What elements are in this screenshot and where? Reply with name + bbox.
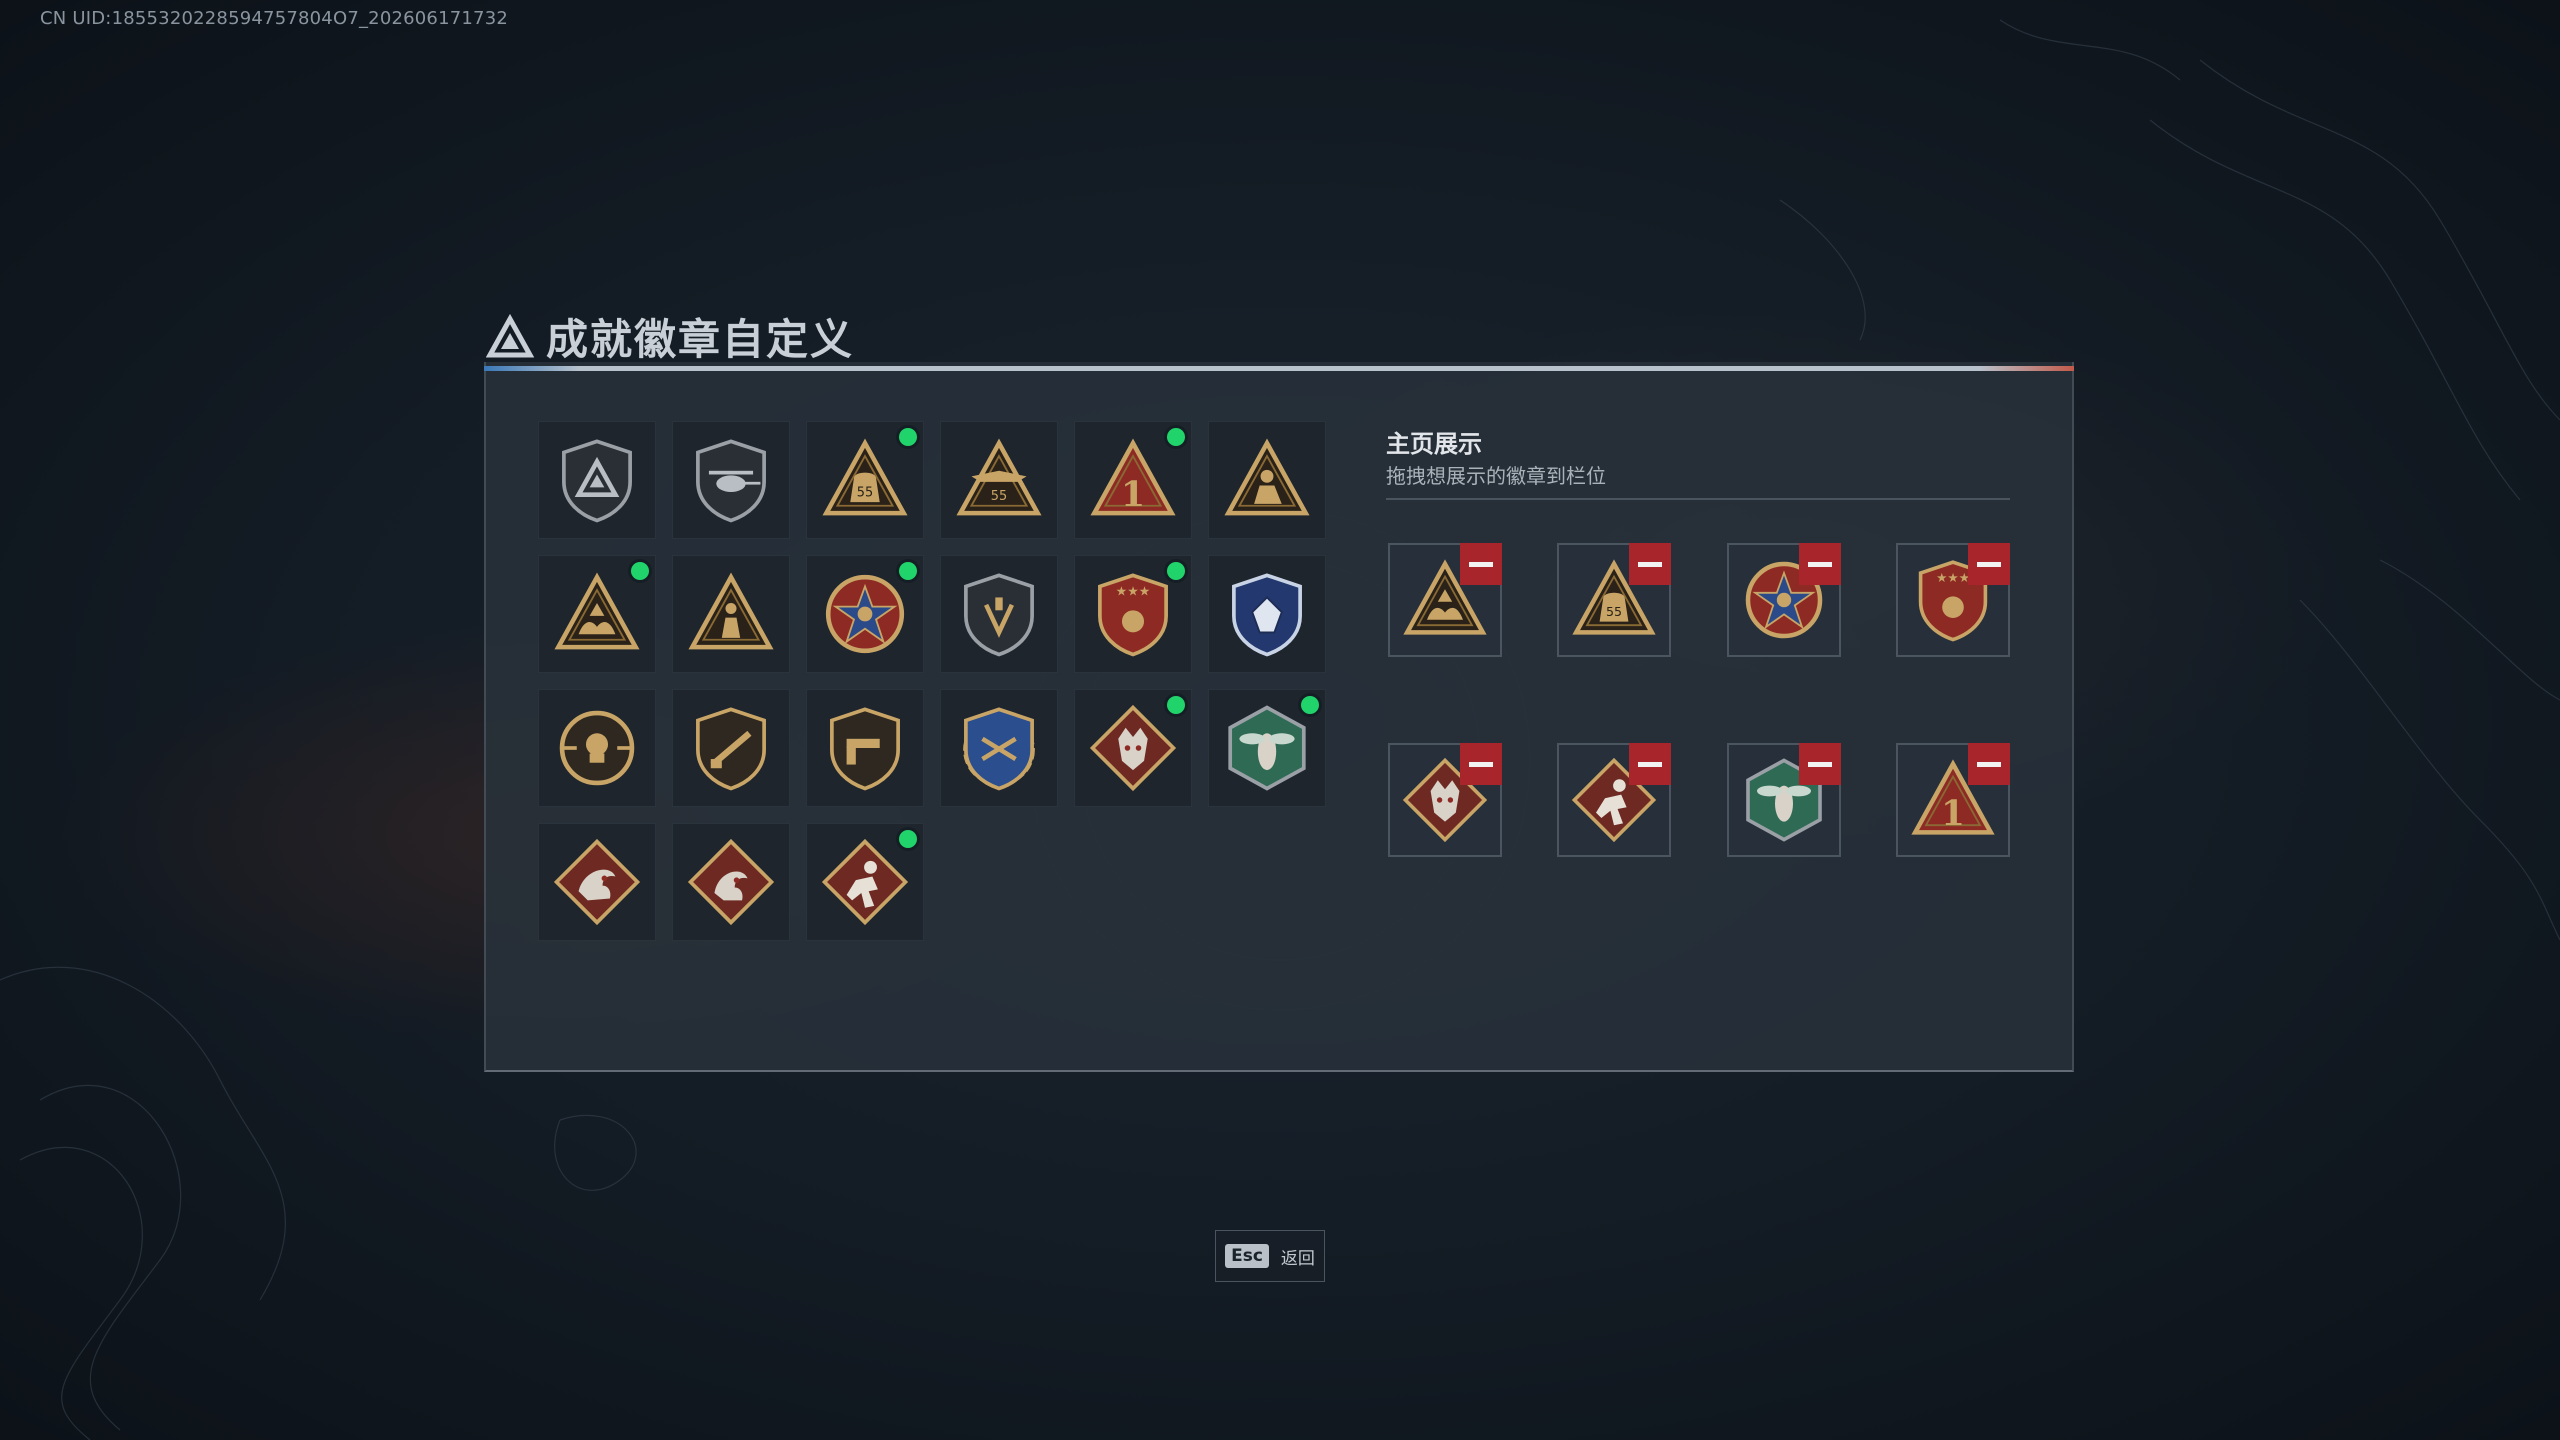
soldier-triangle-badge-icon [1224, 438, 1310, 516]
new-indicator-dot [899, 562, 917, 580]
star-wreath-badge-icon [825, 574, 905, 654]
remove-badge-button[interactable] [1968, 743, 2010, 785]
pistol-shield-badge-icon [830, 707, 900, 791]
showcase-slot[interactable]: ★★★ [1896, 543, 2010, 657]
remove-badge-button[interactable] [1460, 543, 1502, 585]
badge-slot[interactable]: 55 [806, 421, 924, 539]
helicopter-shield-badge-icon [696, 439, 766, 523]
badge-slot[interactable]: 1 [1074, 421, 1192, 539]
badge-slot[interactable] [940, 555, 1058, 673]
dragon-diamond-alt-badge-icon [687, 838, 775, 926]
badge-slot[interactable] [672, 421, 790, 539]
badge-slot[interactable] [806, 689, 924, 807]
number-one-triangle-badge-icon: 1 [1090, 438, 1176, 516]
svg-text:★★★: ★★★ [1936, 570, 1970, 585]
badge-slot[interactable] [538, 555, 656, 673]
runner-diamond-badge-icon [821, 838, 909, 926]
crest-stars-badge-icon: ★★★ [1098, 573, 1168, 657]
showcase-slot[interactable]: 55 [1557, 543, 1671, 657]
esc-key: Esc [1225, 1244, 1269, 1268]
figure-triangle-badge-icon [688, 572, 774, 650]
minus-icon [1469, 561, 1493, 567]
new-indicator-dot [899, 830, 917, 848]
page-title: 成就徽章自定义 [546, 315, 855, 364]
minus-icon [1977, 561, 2001, 567]
hornet-hexagon-badge-icon [1228, 705, 1306, 791]
badge-slot[interactable] [538, 823, 656, 941]
svg-text:★★★: ★★★ [1116, 585, 1151, 600]
remove-badge-button[interactable] [1799, 543, 1841, 585]
minus-icon [1638, 561, 1662, 567]
remove-badge-button[interactable] [1968, 543, 2010, 585]
showcase-subtitle: 拖拽想展示的徽章到栏位 [1386, 464, 1606, 488]
badge-slot[interactable] [672, 689, 790, 807]
badge-slot[interactable] [1208, 689, 1326, 807]
badge-slot[interactable] [1208, 555, 1326, 673]
minus-icon [1638, 761, 1662, 767]
back-label: 返回 [1280, 1248, 1315, 1269]
new-indicator-dot [631, 562, 649, 580]
svg-text:55: 55 [991, 489, 1007, 504]
remove-badge-button[interactable] [1629, 743, 1671, 785]
badge-slot[interactable]: ★★★ [1074, 555, 1192, 673]
panel-top-bar [484, 366, 2074, 371]
showcase-slot[interactable] [1388, 543, 1502, 657]
minus-icon [1808, 761, 1832, 767]
badge-slot[interactable] [1208, 421, 1326, 539]
svg-text:1: 1 [1941, 794, 1965, 834]
page-header: 成就徽章自定义 [486, 306, 854, 367]
new-indicator-dot [1167, 428, 1185, 446]
badge-slot[interactable] [538, 689, 656, 807]
svg-text:55: 55 [857, 486, 873, 501]
new-indicator-dot [1167, 696, 1185, 714]
bag-55-triangle-badge-icon: 55 [822, 438, 908, 516]
skull-circle-badge-icon [559, 710, 635, 786]
blue-crystal-crest-badge-icon [1232, 573, 1302, 657]
svg-text:1: 1 [1121, 474, 1145, 515]
showcase-slot[interactable]: 1 [1896, 743, 2010, 857]
showcase-slot[interactable] [1727, 543, 1841, 657]
badge-slot[interactable] [806, 823, 924, 941]
minus-icon [1469, 761, 1493, 767]
rifle-shield-badge-icon [696, 707, 766, 791]
showcase-divider [1386, 498, 2010, 500]
dragon-diamond-badge-icon [553, 838, 641, 926]
badge-slot[interactable] [672, 823, 790, 941]
shield-emblem-badge-icon [964, 573, 1034, 657]
badge-slot[interactable] [538, 421, 656, 539]
delta-logo-icon [486, 313, 534, 357]
hands-triangle-badge-icon [554, 572, 640, 650]
remove-badge-button[interactable] [1629, 543, 1671, 585]
triangle-shield-badge-icon [562, 439, 632, 523]
showcase-title: 主页展示 [1386, 430, 1482, 458]
winged-55-triangle-badge-icon: 55 [956, 438, 1042, 516]
minus-icon [1808, 561, 1832, 567]
showcase-slot[interactable] [1557, 743, 1671, 857]
uid-label: CN UID:1855320228594757804O7_20260617173… [40, 8, 508, 29]
badge-slot[interactable] [672, 555, 790, 673]
blue-wreath-crest-badge-icon [963, 707, 1035, 791]
wolf-diamond-badge-icon [1089, 704, 1177, 792]
showcase-slot[interactable] [1727, 743, 1841, 857]
back-button[interactable]: Esc 返回 [1215, 1230, 1325, 1282]
badge-slot[interactable]: 55 [940, 421, 1058, 539]
badge-slot[interactable] [940, 689, 1058, 807]
remove-badge-button[interactable] [1460, 743, 1502, 785]
badge-slot[interactable] [1074, 689, 1192, 807]
remove-badge-button[interactable] [1799, 743, 1841, 785]
new-indicator-dot [1301, 696, 1319, 714]
badge-slot[interactable] [806, 555, 924, 673]
showcase-slot[interactable] [1388, 743, 1502, 857]
new-indicator-dot [899, 428, 917, 446]
minus-icon [1977, 761, 2001, 767]
svg-text:55: 55 [1606, 604, 1622, 619]
new-indicator-dot [1167, 562, 1185, 580]
